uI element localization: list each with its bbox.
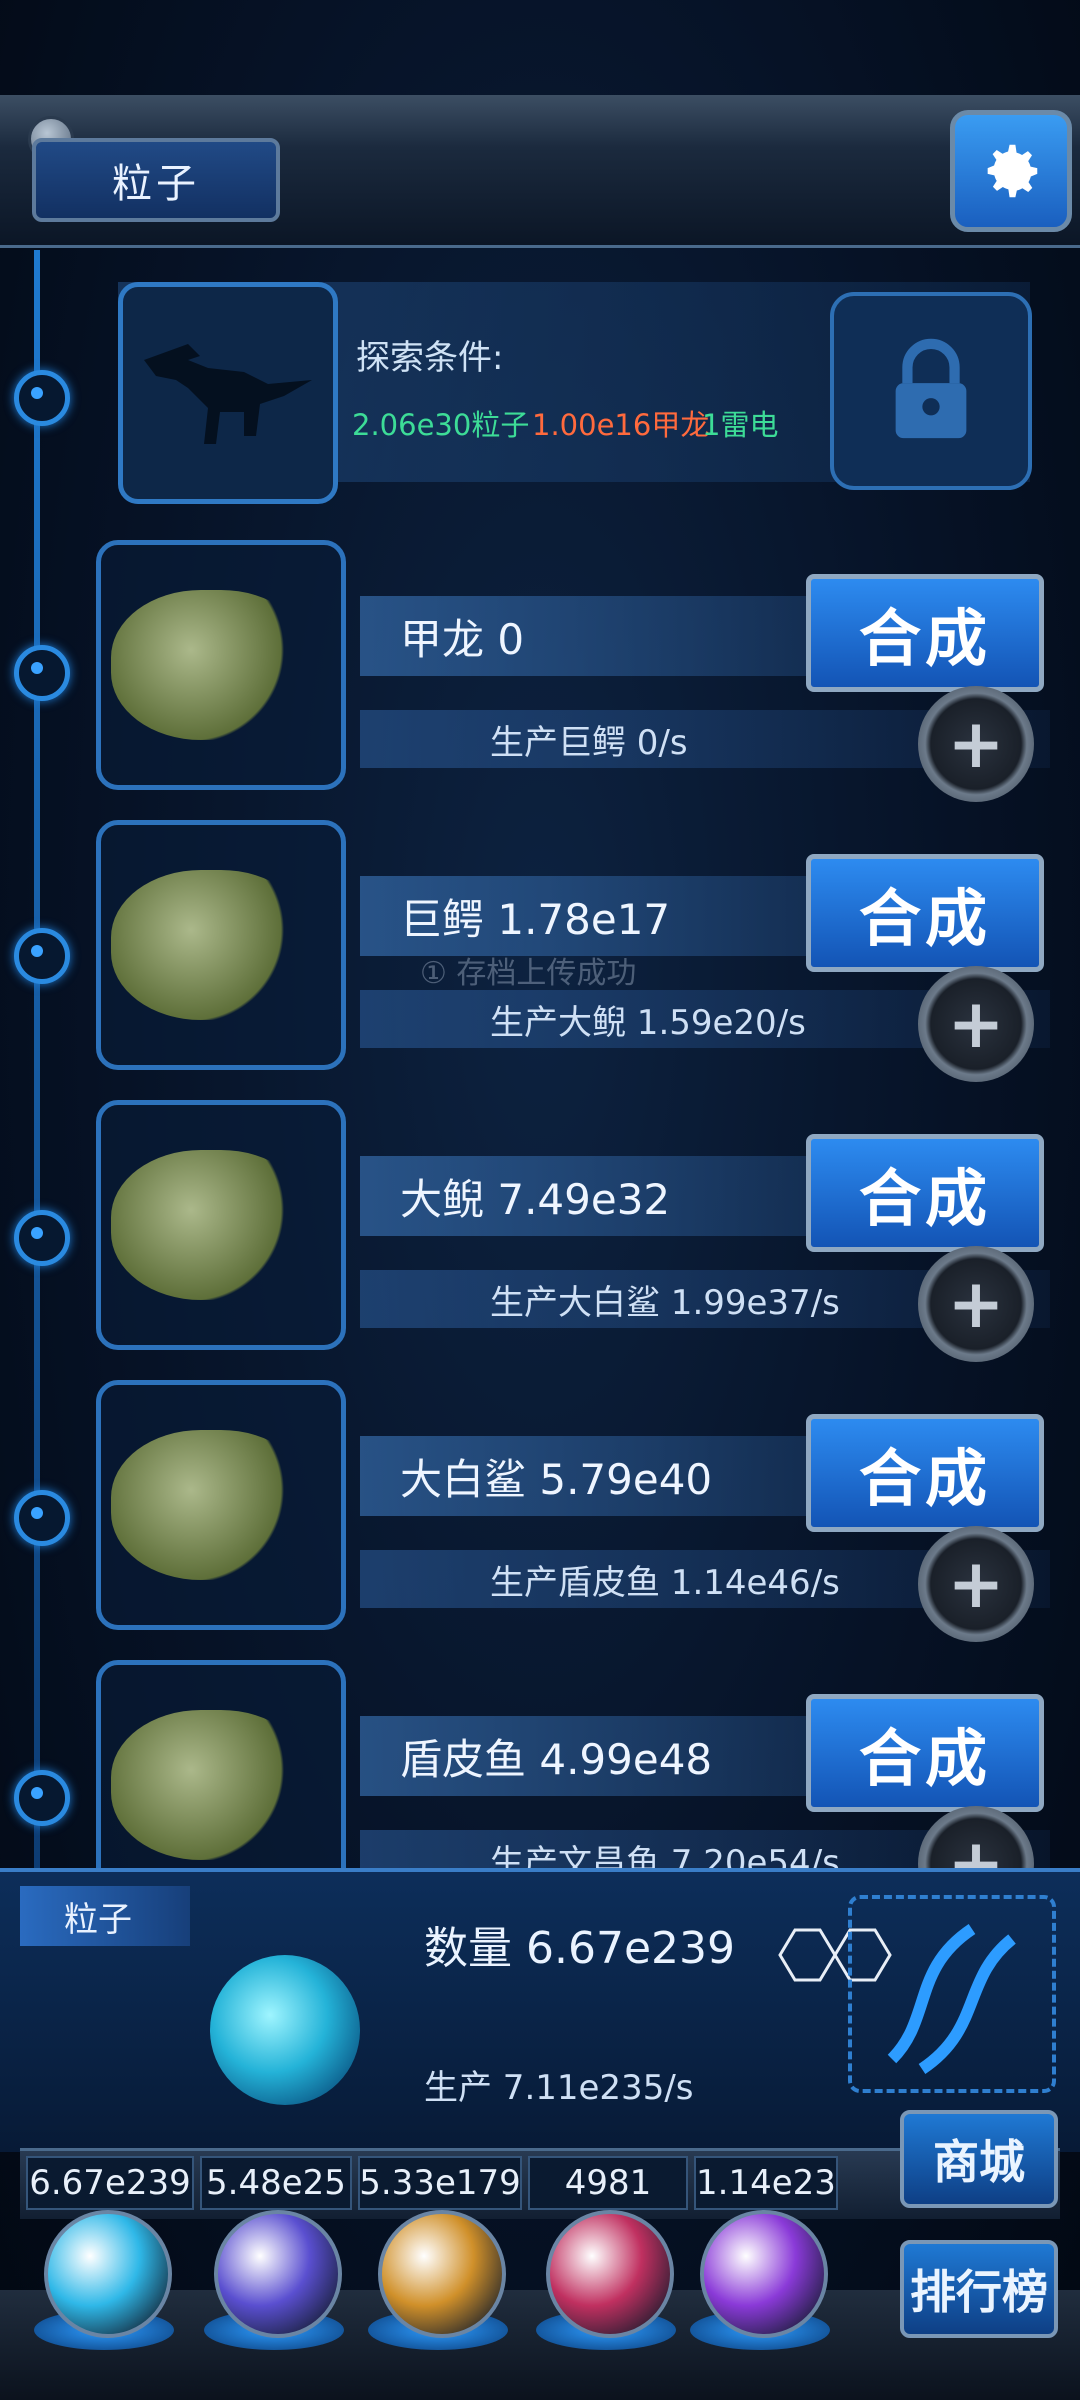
explore-title: 探索条件: [356,338,504,378]
creature-frame [96,1380,346,1630]
upgrade-plus-button[interactable]: + [918,1246,1034,1362]
creature-frame [96,1100,346,1350]
leaderboard-button[interactable]: 排行榜 [900,2240,1058,2338]
brain-orb-icon[interactable] [546,2210,674,2338]
upgrade-plus-button[interactable]: + [918,1526,1034,1642]
req-ankylosaurus: 1.00e16甲龙 [532,408,710,442]
vortex-orb-icon[interactable] [700,2210,828,2338]
shark-icon [111,1430,311,1580]
upgrade-plus-button[interactable]: + [918,966,1034,1082]
plus-icon: + [947,1544,1005,1624]
bottom-panel-tab: 粒子 [20,1886,190,1946]
rail-node [14,928,70,984]
resource-lightning: 5.48e25 [200,2156,352,2210]
creature-frame [96,540,346,790]
creature-frame [96,820,346,1070]
synthesize-button[interactable]: 合成 [806,574,1044,692]
synthesize-button[interactable]: 合成 [806,1134,1044,1252]
gear-icon [987,144,1038,198]
plus-icon: + [947,1264,1005,1344]
upgrade-plus-button[interactable]: + [918,686,1034,802]
synthesize-button[interactable]: 合成 [806,1694,1044,1812]
rail-node-lock [14,370,70,426]
upload-success-toast: ① 存档上传成功 [420,956,637,991]
salamander-icon [111,1150,311,1300]
fire-orb-icon[interactable] [378,2210,506,2338]
resource-particle: 6.67e239 [26,2156,194,2210]
synthesize-button[interactable]: 合成 [806,1414,1044,1532]
req-particle: 2.06e30粒子 [352,408,530,442]
locked-creature-silhouette [118,282,338,504]
rail-node [14,1770,70,1826]
synthesize-button[interactable]: 合成 [806,854,1044,972]
particle-count: 数量 6.67e239 [424,1923,736,1974]
crocodile-icon [111,870,311,1020]
tab-particle[interactable]: 粒子 [32,138,280,222]
resource-vortex: 1.14e23 [694,2156,838,2210]
req-thunder: 1雷电 [702,408,779,442]
padlock-icon [895,338,967,439]
dna-icon [848,1895,1056,2093]
dinosaur-silhouette-icon [144,344,312,444]
settings-button[interactable] [950,110,1072,232]
explore-lock-button[interactable] [830,292,1032,490]
placoderm-icon [111,1710,311,1860]
ankylosaurus-icon [111,590,311,740]
lightning-orb-icon[interactable] [214,2210,342,2338]
particle-production: 生产 7.11e235/s [424,2068,694,2108]
rail-node [14,1490,70,1546]
plus-icon: + [947,704,1005,784]
particle-cluster-icon [210,1955,360,2105]
resource-fire: 5.33e179 [358,2156,522,2210]
plus-icon: + [947,984,1005,1064]
rail-node [14,1210,70,1266]
resource-brain: 4981 [528,2156,688,2210]
shop-button[interactable]: 商城 [900,2110,1058,2208]
left-rail [34,250,40,1870]
particle-orb-icon[interactable] [44,2210,172,2338]
rail-node [14,645,70,701]
